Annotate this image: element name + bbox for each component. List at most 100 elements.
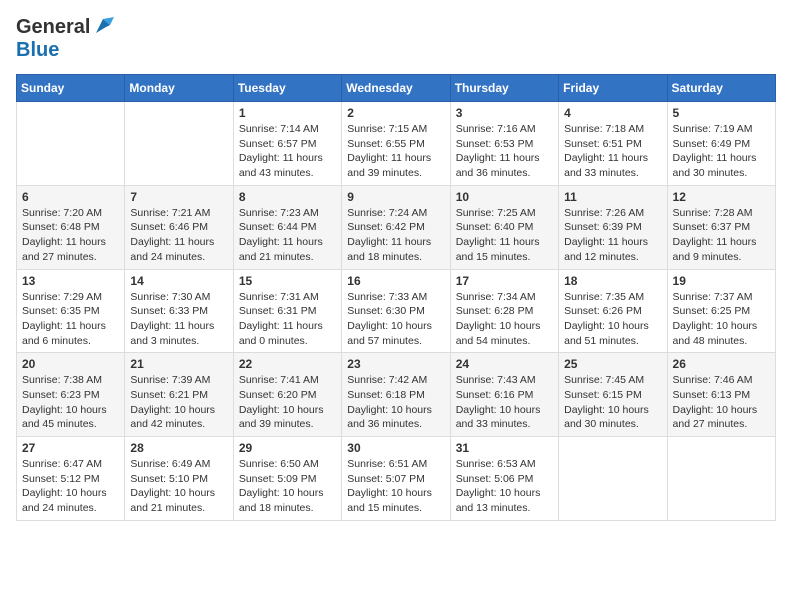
day-number: 13 (22, 274, 119, 288)
day-info: Sunrise: 6:53 AM Sunset: 5:06 PM Dayligh… (456, 457, 553, 516)
day-number: 19 (673, 274, 770, 288)
day-number: 3 (456, 106, 553, 120)
day-number: 23 (347, 357, 444, 371)
calendar-cell: 10 Sunrise: 7:25 AM Sunset: 6:40 PM Dayli… (450, 185, 558, 269)
day-number: 15 (239, 274, 336, 288)
day-of-week-header: Friday (559, 75, 667, 102)
day-number: 2 (347, 106, 444, 120)
calendar-cell: 30Sunrise: 6:51 AM Sunset: 5:07 PM Dayli… (342, 437, 450, 521)
day-number: 6 (22, 190, 119, 204)
day-info: Sunrise: 7:15 AM Sunset: 6:55 PM Dayligh… (347, 122, 444, 181)
day-info: Sunrise: 7:41 AM Sunset: 6:20 PM Dayligh… (239, 373, 336, 432)
calendar-cell: 3 Sunrise: 7:16 AM Sunset: 6:53 PM Daylig… (450, 102, 558, 186)
day-info: Sunrise: 7:45 AM Sunset: 6:15 PM Dayligh… (564, 373, 661, 432)
calendar-cell: 31 Sunrise: 6:53 AM Sunset: 5:06 PM Dayli… (450, 437, 558, 521)
day-number: 20 (22, 357, 119, 371)
day-info: Sunrise: 7:14 AM Sunset: 6:57 PM Dayligh… (239, 122, 336, 181)
day-number: 8 (239, 190, 336, 204)
day-info: Sunrise: 7:42 AM Sunset: 6:18 PM Dayligh… (347, 373, 444, 432)
calendar-cell (559, 437, 667, 521)
day-number: 31 (456, 441, 553, 455)
day-of-week-header: Thursday (450, 75, 558, 102)
header: General Blue (16, 16, 776, 62)
day-info: Sunrise: 7:35 AM Sunset: 6:26 PM Dayligh… (564, 290, 661, 349)
calendar-cell: 2 Sunrise: 7:15 AM Sunset: 6:55 PM Daylig… (342, 102, 450, 186)
day-number: 10 (456, 190, 553, 204)
day-info: Sunrise: 6:47 AM Sunset: 5:12 PM Dayligh… (22, 457, 119, 516)
calendar-cell (667, 437, 775, 521)
day-info: Sunrise: 6:51 AM Sunset: 5:07 PM Dayligh… (347, 457, 444, 516)
calendar-cell: 16 Sunrise: 7:33 AM Sunset: 6:30 PM Dayli… (342, 269, 450, 353)
calendar-week-row: 20 Sunrise: 7:38 AM Sunset: 6:23 PM Dayli… (17, 353, 776, 437)
day-info: Sunrise: 7:29 AM Sunset: 6:35 PM Dayligh… (22, 290, 119, 349)
calendar-week-row: 1 Sunrise: 7:14 AM Sunset: 6:57 PM Daylig… (17, 102, 776, 186)
calendar-cell: 24Sunrise: 7:43 AM Sunset: 6:16 PM Dayli… (450, 353, 558, 437)
day-info: Sunrise: 7:43 AM Sunset: 6:16 PM Dayligh… (456, 373, 553, 432)
day-number: 9 (347, 190, 444, 204)
logo-blue: Blue (16, 39, 59, 61)
day-info: Sunrise: 7:31 AM Sunset: 6:31 PM Dayligh… (239, 290, 336, 349)
day-number: 29 (239, 441, 336, 455)
calendar-cell: 18Sunrise: 7:35 AM Sunset: 6:26 PM Dayli… (559, 269, 667, 353)
day-info: Sunrise: 7:25 AM Sunset: 6:40 PM Dayligh… (456, 206, 553, 265)
calendar: SundayMondayTuesdayWednesdayThursdayFrid… (16, 74, 776, 521)
calendar-cell: 19 Sunrise: 7:37 AM Sunset: 6:25 PM Dayli… (667, 269, 775, 353)
logo-bird-icon (92, 15, 114, 37)
calendar-cell: 23 Sunrise: 7:42 AM Sunset: 6:18 PM Dayli… (342, 353, 450, 437)
day-number: 28 (130, 441, 227, 455)
calendar-week-row: 13 Sunrise: 7:29 AM Sunset: 6:35 PM Dayli… (17, 269, 776, 353)
calendar-cell: 28 Sunrise: 6:49 AM Sunset: 5:10 PM Dayli… (125, 437, 233, 521)
calendar-cell: 9Sunrise: 7:24 AM Sunset: 6:42 PM Daylig… (342, 185, 450, 269)
day-info: Sunrise: 7:28 AM Sunset: 6:37 PM Dayligh… (673, 206, 770, 265)
logo: General Blue (16, 16, 114, 62)
day-info: Sunrise: 7:16 AM Sunset: 6:53 PM Dayligh… (456, 122, 553, 181)
day-info: Sunrise: 7:34 AM Sunset: 6:28 PM Dayligh… (456, 290, 553, 349)
day-number: 1 (239, 106, 336, 120)
day-info: Sunrise: 7:38 AM Sunset: 6:23 PM Dayligh… (22, 373, 119, 432)
logo-general: General (16, 16, 90, 39)
day-of-week-header: Sunday (17, 75, 125, 102)
calendar-cell: 13 Sunrise: 7:29 AM Sunset: 6:35 PM Dayli… (17, 269, 125, 353)
day-info: Sunrise: 7:19 AM Sunset: 6:49 PM Dayligh… (673, 122, 770, 181)
day-number: 11 (564, 190, 661, 204)
day-info: Sunrise: 7:23 AM Sunset: 6:44 PM Dayligh… (239, 206, 336, 265)
calendar-cell: 17 Sunrise: 7:34 AM Sunset: 6:28 PM Dayli… (450, 269, 558, 353)
day-number: 17 (456, 274, 553, 288)
calendar-cell: 5 Sunrise: 7:19 AM Sunset: 6:49 PM Daylig… (667, 102, 775, 186)
day-number: 7 (130, 190, 227, 204)
calendar-cell: 12 Sunrise: 7:28 AM Sunset: 6:37 PM Dayli… (667, 185, 775, 269)
calendar-body: 1 Sunrise: 7:14 AM Sunset: 6:57 PM Daylig… (17, 102, 776, 521)
day-number: 12 (673, 190, 770, 204)
calendar-cell: 21Sunrise: 7:39 AM Sunset: 6:21 PM Dayli… (125, 353, 233, 437)
calendar-cell: 29Sunrise: 6:50 AM Sunset: 5:09 PM Dayli… (233, 437, 341, 521)
day-of-week-header: Monday (125, 75, 233, 102)
calendar-cell: 11 Sunrise: 7:26 AM Sunset: 6:39 PM Dayli… (559, 185, 667, 269)
calendar-cell: 25 Sunrise: 7:45 AM Sunset: 6:15 PM Dayli… (559, 353, 667, 437)
day-of-week-header: Saturday (667, 75, 775, 102)
calendar-cell: 22Sunrise: 7:41 AM Sunset: 6:20 PM Dayli… (233, 353, 341, 437)
calendar-cell: 7Sunrise: 7:21 AM Sunset: 6:46 PM Daylig… (125, 185, 233, 269)
calendar-cell: 1 Sunrise: 7:14 AM Sunset: 6:57 PM Daylig… (233, 102, 341, 186)
day-info: Sunrise: 7:26 AM Sunset: 6:39 PM Dayligh… (564, 206, 661, 265)
calendar-cell: 14Sunrise: 7:30 AM Sunset: 6:33 PM Dayli… (125, 269, 233, 353)
calendar-cell: 27 Sunrise: 6:47 AM Sunset: 5:12 PM Dayli… (17, 437, 125, 521)
day-info: Sunrise: 7:37 AM Sunset: 6:25 PM Dayligh… (673, 290, 770, 349)
day-of-week-header: Wednesday (342, 75, 450, 102)
day-of-week-header: Tuesday (233, 75, 341, 102)
day-info: Sunrise: 7:33 AM Sunset: 6:30 PM Dayligh… (347, 290, 444, 349)
day-number: 16 (347, 274, 444, 288)
day-number: 27 (22, 441, 119, 455)
day-info: Sunrise: 7:39 AM Sunset: 6:21 PM Dayligh… (130, 373, 227, 432)
day-number: 26 (673, 357, 770, 371)
calendar-cell (17, 102, 125, 186)
day-number: 5 (673, 106, 770, 120)
day-number: 25 (564, 357, 661, 371)
day-number: 4 (564, 106, 661, 120)
calendar-cell: 26Sunrise: 7:46 AM Sunset: 6:13 PM Dayli… (667, 353, 775, 437)
calendar-cell: 4 Sunrise: 7:18 AM Sunset: 6:51 PM Daylig… (559, 102, 667, 186)
day-info: Sunrise: 7:30 AM Sunset: 6:33 PM Dayligh… (130, 290, 227, 349)
day-info: Sunrise: 6:49 AM Sunset: 5:10 PM Dayligh… (130, 457, 227, 516)
calendar-cell (125, 102, 233, 186)
calendar-week-row: 27 Sunrise: 6:47 AM Sunset: 5:12 PM Dayli… (17, 437, 776, 521)
day-info: Sunrise: 7:18 AM Sunset: 6:51 PM Dayligh… (564, 122, 661, 181)
